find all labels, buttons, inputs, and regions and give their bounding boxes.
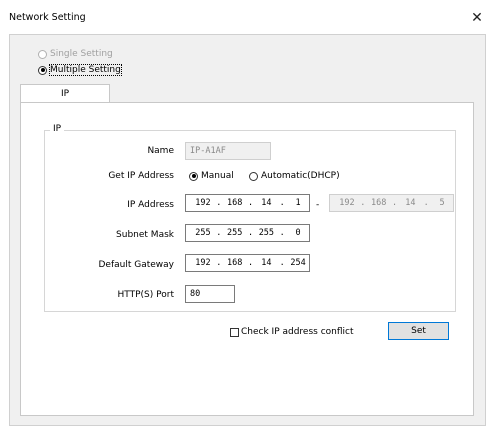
get-ip-label: Get IP Address bbox=[108, 171, 174, 181]
ip-to-octet-4: 5 bbox=[439, 198, 445, 208]
name-field: IP-A1AF bbox=[185, 142, 271, 160]
dhcp-radio[interactable] bbox=[249, 171, 258, 181]
manual-label[interactable]: Manual bbox=[201, 171, 234, 181]
check-ip-conflict-checkbox[interactable] bbox=[230, 328, 239, 337]
subnet-octet-4: 0 bbox=[295, 228, 301, 238]
gateway-octet-2: 168 bbox=[226, 258, 243, 268]
ip-address-to-field: 192. 168. 14. 5 bbox=[329, 194, 454, 212]
close-icon[interactable]: ✕ bbox=[466, 7, 488, 29]
multiple-setting-option[interactable]: Multiple Setting bbox=[38, 64, 122, 76]
ip-from-octet-2: 168 bbox=[226, 198, 243, 208]
http-port-field[interactable]: 80 bbox=[185, 285, 235, 303]
default-gateway-label: Default Gateway bbox=[98, 260, 174, 270]
ip-from-octet-3: 14 bbox=[261, 198, 272, 208]
subnet-octet-2: 255 bbox=[226, 228, 243, 238]
subnet-mask-field[interactable]: 255. 255. 255. 0 bbox=[185, 224, 310, 242]
dhcp-option[interactable]: Automatic(DHCP) bbox=[249, 171, 340, 181]
gateway-octet-4: 254 bbox=[290, 258, 306, 268]
title-bar: Network Setting ✕ bbox=[0, 0, 493, 34]
multiple-setting-radio[interactable] bbox=[38, 65, 47, 75]
name-label: Name bbox=[147, 146, 174, 156]
manual-option[interactable]: Manual bbox=[189, 171, 234, 181]
ip-range-separator: - bbox=[316, 200, 320, 210]
manual-radio[interactable] bbox=[189, 171, 198, 181]
ip-from-octet-4: 1 bbox=[295, 198, 301, 208]
check-ip-conflict-label[interactable]: Check IP address conflict bbox=[241, 327, 354, 337]
ip-to-octet-3: 14 bbox=[405, 198, 416, 208]
gateway-octet-3: 14 bbox=[261, 258, 272, 268]
http-port-label: HTTP(S) Port bbox=[117, 290, 174, 300]
subnet-octet-1: 255 bbox=[195, 228, 211, 238]
subnet-mask-label: Subnet Mask bbox=[116, 230, 174, 240]
ip-address-label: IP Address bbox=[127, 200, 174, 210]
set-button[interactable]: Set bbox=[388, 322, 449, 340]
single-setting-option: Single Setting bbox=[38, 49, 113, 59]
dhcp-label[interactable]: Automatic(DHCP) bbox=[261, 171, 340, 181]
subnet-octet-3: 255 bbox=[258, 228, 275, 238]
single-setting-radio bbox=[38, 49, 47, 59]
ip-group-legend: IP bbox=[50, 124, 65, 134]
ip-address-from-field[interactable]: 192. 168. 14. 1 bbox=[185, 194, 310, 212]
window-title: Network Setting bbox=[9, 12, 86, 23]
gateway-octet-1: 192 bbox=[195, 258, 211, 268]
tab-ip[interactable]: IP bbox=[20, 84, 110, 103]
ip-from-octet-1: 192 bbox=[195, 198, 211, 208]
ip-to-octet-1: 192 bbox=[339, 198, 355, 208]
ip-to-octet-2: 168 bbox=[370, 198, 387, 208]
single-setting-label: Single Setting bbox=[50, 49, 113, 59]
network-setting-dialog: Network Setting ✕ Single Setting Multipl… bbox=[0, 0, 493, 430]
multiple-setting-label[interactable]: Multiple Setting bbox=[49, 64, 122, 76]
default-gateway-field[interactable]: 192. 168. 14. 254 bbox=[185, 254, 310, 272]
